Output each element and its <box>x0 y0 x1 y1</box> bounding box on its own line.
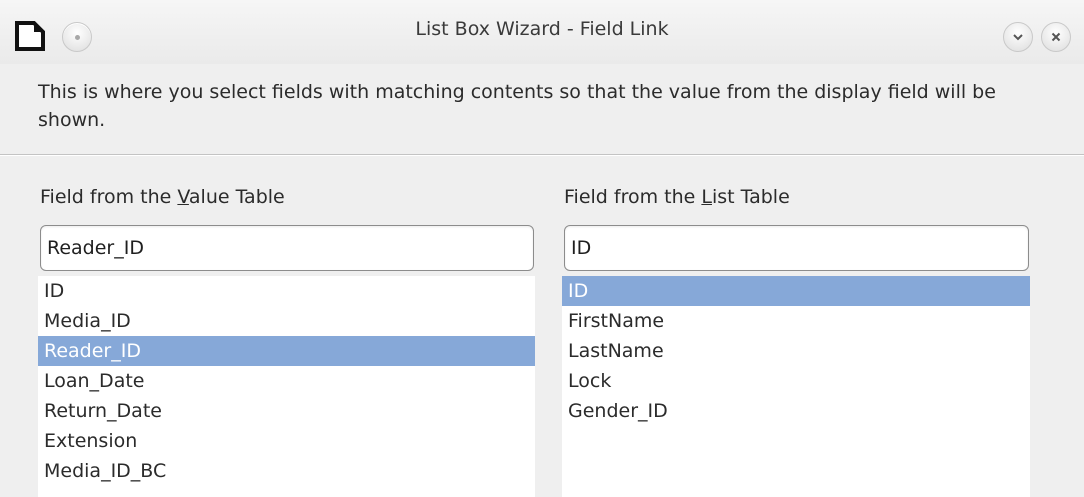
value-field-list-item[interactable]: Extension <box>38 426 535 456</box>
list-field-input[interactable] <box>564 225 1029 271</box>
value-field-list[interactable]: ID Media_ID Reader_ID Loan_Date Return_Date E… <box>38 276 535 497</box>
list-field-list[interactable]: ID FirstName LastName Lock Gender_ID <box>562 276 1030 497</box>
title-bar[interactable]: List Box Wizard - Field Link <box>0 0 1084 64</box>
list-table-label-post: ist Table <box>711 186 790 208</box>
value-field-list-item[interactable]: Media_ID <box>38 306 535 336</box>
value-table-label-mnemonic: V <box>177 186 189 208</box>
list-table-label: Field from the List Table <box>564 186 790 208</box>
separator <box>0 154 1084 156</box>
value-field-list-item[interactable]: Reader_ID <box>38 336 535 366</box>
dialog-window: List Box Wizard - Field Link This is whe… <box>0 0 1084 497</box>
list-field-list-item[interactable]: FirstName <box>562 306 1030 336</box>
list-field-list-item[interactable]: LastName <box>562 336 1030 366</box>
value-field-list-item[interactable]: Return_Date <box>38 396 535 426</box>
list-field-list-item[interactable]: ID <box>562 276 1030 306</box>
chevron-down-icon[interactable] <box>1003 22 1033 52</box>
list-table-label-pre: Field from the <box>564 186 702 208</box>
value-table-label: Field from the Value Table <box>40 186 285 208</box>
value-table-label-post: alue Table <box>188 186 285 208</box>
value-field-list-item[interactable]: ID <box>38 276 535 306</box>
value-table-label-pre: Field from the <box>40 186 178 208</box>
list-field-list-item[interactable]: Lock <box>562 366 1030 396</box>
value-field-list-item[interactable]: Media_ID_BC <box>38 456 535 486</box>
value-field-input[interactable] <box>40 225 534 271</box>
list-table-label-mnemonic: L <box>701 186 712 208</box>
window-title: List Box Wizard - Field Link <box>415 18 669 40</box>
list-field-list-item[interactable]: Gender_ID <box>562 396 1030 426</box>
close-icon[interactable] <box>1041 22 1071 52</box>
description-text: This is where you select fields with mat… <box>38 81 996 131</box>
value-field-list-item[interactable]: Loan_Date <box>38 366 535 396</box>
